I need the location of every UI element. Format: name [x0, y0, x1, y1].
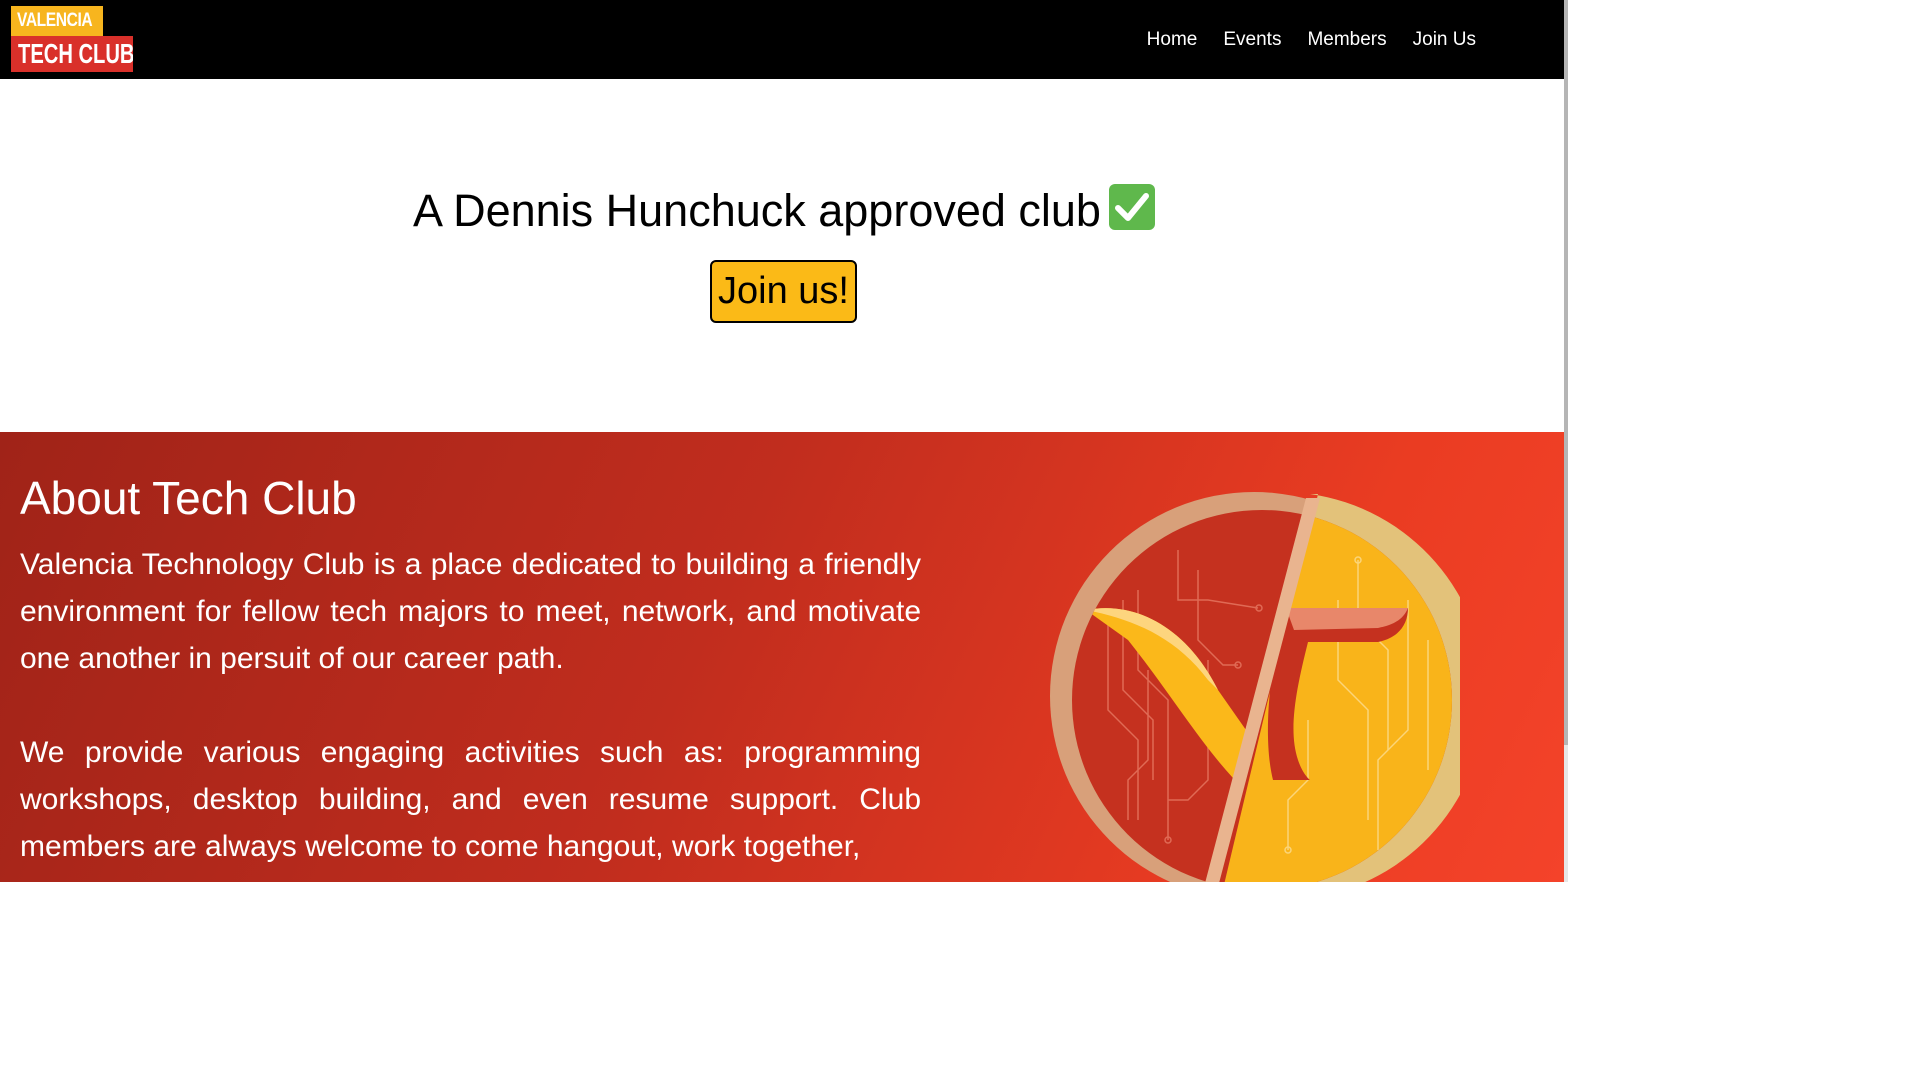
nav-links: Home Events Members Join Us [1121, 0, 1476, 79]
check-mark-button-icon [1108, 184, 1155, 230]
nav-link-home[interactable]: Home [1147, 29, 1198, 51]
logo-bottom-text: TECH CLUB [11, 36, 133, 72]
page: VALENCIA TECH CLUB Home Events Members J… [0, 0, 1568, 882]
join-us-button[interactable]: Join us! [710, 260, 857, 323]
nav-link-join-us[interactable]: Join Us [1413, 29, 1476, 51]
logo-top-text: VALENCIA [11, 6, 103, 36]
nav-link-events[interactable]: Events [1223, 29, 1281, 51]
valencia-v-emblem-icon [1048, 490, 1486, 882]
hero-title: A Dennis Hunchuck approved club [0, 183, 1568, 239]
hero-title-text: A Dennis Hunchuck approved club [413, 185, 1101, 236]
about-title: About Tech Club [20, 472, 357, 524]
club-logo[interactable]: VALENCIA TECH CLUB [11, 6, 133, 72]
scrollbar-track[interactable] [1564, 0, 1568, 882]
hero-section: A Dennis Hunchuck approved club Join us! [0, 79, 1568, 432]
about-paragraph-1: Valencia Technology Club is a place dedi… [20, 548, 921, 675]
about-paragraph-2: We provide various engaging activities s… [20, 736, 921, 863]
navbar: VALENCIA TECH CLUB Home Events Members J… [0, 0, 1568, 79]
scrollbar-thumb[interactable] [1564, 0, 1568, 745]
about-section: About Tech Club Valencia Technology Club… [0, 432, 1568, 882]
nav-link-members[interactable]: Members [1307, 29, 1386, 51]
